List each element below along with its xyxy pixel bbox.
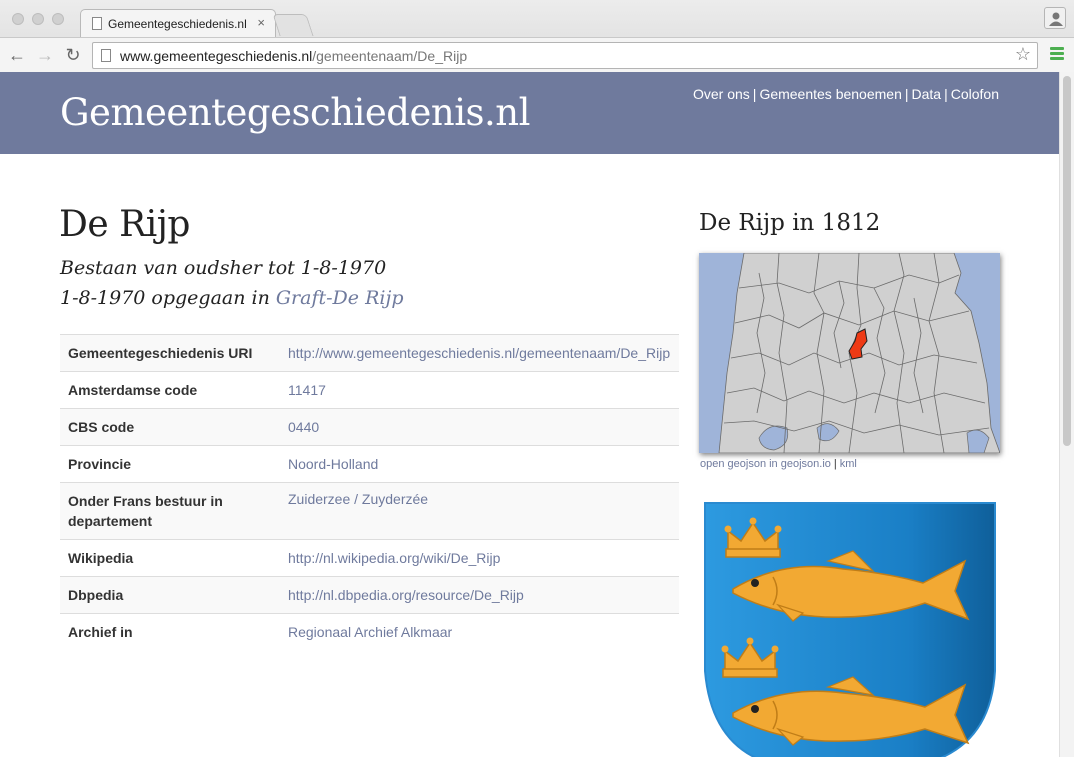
coat-of-arms-icon [703, 501, 998, 757]
nav-link-data[interactable]: Data [912, 86, 942, 102]
address-url: www.gemeentegeschiedenis.nl/gemeentenaam… [120, 48, 467, 64]
page-title: De Rijp [59, 204, 190, 245]
nav-link-gemeentes-benoemen[interactable]: Gemeentes benoemen [759, 86, 901, 102]
reload-icon[interactable]: ↻ [62, 44, 84, 66]
tab-close-icon[interactable]: × [257, 15, 265, 30]
table-row: Provincie Noord-Holland [60, 445, 679, 483]
url-path: /gemeentenaam/De_Rijp [312, 48, 468, 64]
browser-chrome: Gemeentegeschiedenis.nl × ← → ↻ www.geme… [0, 0, 1074, 72]
site-header: Gemeentegeschiedenis.nl Over ons | Gemeent… [0, 72, 1059, 154]
open-geojson-link[interactable]: open geojson in geojson.io [700, 458, 831, 470]
table-row: CBS code 0440 [60, 408, 679, 446]
row-value-link[interactable]: 0440 [280, 408, 679, 446]
table-row: Wikipedia http://nl.wikipedia.org/wiki/D… [60, 539, 679, 577]
nav-link-over-ons[interactable]: Over ons [693, 86, 750, 102]
user-profile-button[interactable] [1044, 7, 1066, 29]
row-label: Amsterdamse code [60, 371, 280, 409]
nav-separator: | [944, 86, 948, 102]
table-row: Amsterdamse code 11417 [60, 371, 679, 409]
row-value-link[interactable]: Noord-Holland [280, 445, 679, 483]
top-navigation: Over ons | Gemeentes benoemen | Data | Colofon [693, 86, 999, 102]
scrollbar-thumb[interactable] [1063, 76, 1071, 446]
row-label: Archief in [60, 613, 280, 651]
municipality-map[interactable] [699, 253, 1000, 453]
merger-prefix: 1-8-1970 opgegaan in [60, 287, 270, 309]
row-value-link[interactable]: http://www.gemeentegeschiedenis.nl/gemee… [280, 334, 679, 372]
tab-title: Gemeentegeschiedenis.nl [108, 17, 247, 31]
row-label: Dbpedia [60, 576, 280, 614]
row-value-link[interactable]: Zuiderzee / Zuyderzée [280, 482, 679, 540]
kml-link[interactable]: kml [840, 458, 857, 470]
window-minimize-button[interactable] [32, 13, 44, 25]
page-viewport: Gemeentegeschiedenis.nl Over ons | Gemeent… [0, 72, 1074, 757]
row-value-link[interactable]: http://nl.dbpedia.org/resource/De_Rijp [280, 576, 679, 614]
window-close-button[interactable] [12, 13, 24, 25]
table-row: Gemeentegeschiedenis URI http://www.geme… [60, 334, 679, 372]
row-value-link[interactable]: Regionaal Archief Alkmaar [280, 613, 679, 651]
bookmark-star-icon[interactable]: ☆ [1015, 44, 1031, 65]
table-row: Archief in Regionaal Archief Alkmaar [60, 613, 679, 651]
map-title: De Rijp in 1812 [699, 210, 881, 236]
row-label: CBS code [60, 408, 280, 446]
back-arrow-icon[interactable]: ← [6, 44, 28, 66]
map-links: open geojson in geojson.io | kml [700, 458, 857, 470]
page-icon [92, 17, 102, 30]
row-label: Onder Frans bestuur in departement [60, 482, 280, 540]
window-zoom-button[interactable] [52, 13, 64, 25]
forward-arrow-icon[interactable]: → [34, 44, 56, 66]
new-tab-button[interactable] [272, 14, 314, 36]
site-title[interactable]: Gemeentegeschiedenis.nl [60, 91, 530, 134]
nav-separator: | [752, 86, 757, 102]
row-label: Provincie [60, 445, 280, 483]
page-icon [101, 49, 111, 62]
merged-into-link[interactable]: Graft-De Rijp [276, 287, 404, 309]
address-bar[interactable]: www.gemeentegeschiedenis.nl/gemeentenaam… [92, 42, 1038, 69]
nav-separator: | [904, 86, 909, 102]
nav-link-colofon[interactable]: Colofon [951, 86, 999, 102]
link-separator: | [833, 458, 837, 470]
merger-note: 1-8-1970 opgegaan in Graft-De Rijp [60, 287, 404, 309]
user-icon [1049, 12, 1063, 26]
url-host: www.gemeentegeschiedenis.nl [120, 48, 313, 64]
browser-menu-icon[interactable] [1050, 47, 1064, 61]
row-value-link[interactable]: http://nl.wikipedia.org/wiki/De_Rijp [280, 539, 679, 577]
row-label: Wikipedia [60, 539, 280, 577]
browser-tab[interactable]: Gemeentegeschiedenis.nl × [80, 9, 276, 37]
row-label: Gemeentegeschiedenis URI [60, 334, 280, 372]
table-row: Onder Frans bestuur in departement Zuide… [60, 482, 679, 540]
existence-period: Bestaan van oudsher tot 1-8-1970 [60, 257, 387, 279]
page-scrollbar[interactable] [1059, 72, 1074, 757]
browser-toolbar: ← → ↻ www.gemeentegeschiedenis.nl/gemeen… [0, 37, 1074, 72]
info-table: Gemeentegeschiedenis URI http://www.geme… [60, 334, 679, 651]
table-row: Dbpedia http://nl.dbpedia.org/resource/D… [60, 576, 679, 614]
row-value-link[interactable]: 11417 [280, 371, 679, 409]
map-graphic [699, 253, 1000, 453]
